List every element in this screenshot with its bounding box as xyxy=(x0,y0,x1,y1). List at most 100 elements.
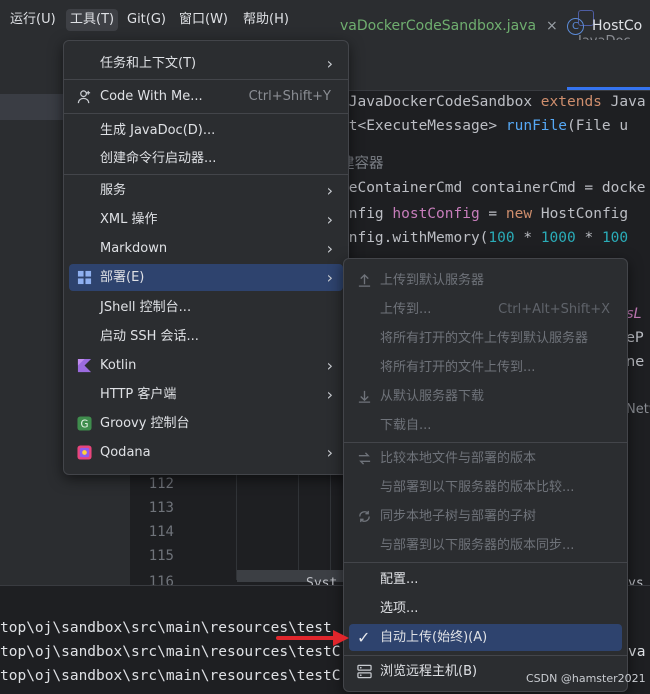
sync-icon xyxy=(359,510,370,523)
menu-item-sync-with[interactable]: 与部署到以下服务器的版本同步... xyxy=(349,532,622,559)
tab-label: vaDockerCodeSandbox.java xyxy=(340,18,537,34)
upload-icon xyxy=(358,273,371,287)
qodana-icon xyxy=(77,445,92,460)
menu-item-label: 同步本地子树与部署的子树 xyxy=(380,509,537,524)
deployment-icon xyxy=(77,270,92,285)
menu-separator xyxy=(344,442,627,443)
code-token: 100 xyxy=(601,230,629,246)
annotation-arrow xyxy=(276,636,338,640)
menu-item-options[interactable]: 选项... xyxy=(349,595,622,622)
code-fragment: sL xyxy=(626,306,642,322)
code-fragment: ne xyxy=(626,354,645,370)
menu-item-jshell[interactable]: JShell 控制台... xyxy=(69,294,343,321)
close-tab-icon[interactable]: × xyxy=(546,18,558,34)
menu-item-xml-actions[interactable]: XML 操作 › xyxy=(69,206,343,233)
menu-separator xyxy=(64,174,348,175)
menu-item-shortcut: Ctrl+Shift+Y xyxy=(248,89,331,104)
submenu-arrow-icon: › xyxy=(326,239,333,258)
menu-item-deployment[interactable]: 部署(E) › xyxy=(69,264,343,291)
menu-item-label: 从默认服务器下载 xyxy=(380,389,485,404)
kotlin-icon xyxy=(77,358,92,373)
tools-menu: 任务和上下文(T) › Code With Me... Ctrl+Shift+Y 生… xyxy=(63,40,349,475)
menu-item-upload-default[interactable]: 上传到默认服务器 xyxy=(349,267,622,294)
menu-run[interactable]: 运行(U) xyxy=(6,9,60,31)
compare-icon xyxy=(358,452,371,465)
menu-item-tasks-context[interactable]: 任务和上下文(T) › xyxy=(69,50,343,77)
tab-hostconfig[interactable]: C HostCo xyxy=(567,0,642,50)
tab-javadockercodesandbox[interactable]: vaDockerCodeSandbox.java × xyxy=(340,0,558,50)
menu-separator xyxy=(64,79,348,80)
menu-item-label: 比较本地文件与部署的版本 xyxy=(380,451,537,466)
menu-item-download-from[interactable]: 下载自... xyxy=(349,412,622,439)
menu-item-upload-to[interactable]: 上传到... Ctrl+Alt+Shift+X xyxy=(349,296,622,323)
code-token: st<ExecuteMessage> xyxy=(340,118,506,134)
menu-item-configuration[interactable]: 配置... xyxy=(349,566,622,593)
annotation-arrowhead xyxy=(333,630,349,646)
menu-item-label: Kotlin xyxy=(100,358,137,373)
submenu-arrow-icon: › xyxy=(326,54,333,73)
menu-item-upload-all-default[interactable]: 将所有打开的文件上传到默认服务器 xyxy=(349,325,622,352)
submenu-arrow-icon: › xyxy=(326,268,333,287)
menu-item-compare-with[interactable]: 与部署到以下服务器的版本比较... xyxy=(349,474,622,501)
terminal-line-tail: va xyxy=(628,644,646,660)
menu-item-upload-all-to[interactable]: 将所有打开的文件上传到... xyxy=(349,354,622,381)
project-panel-selection[interactable] xyxy=(0,94,64,120)
line-number: 116 xyxy=(148,574,174,585)
submenu-arrow-icon: › xyxy=(326,356,333,375)
menu-item-compare-local[interactable]: 比较本地文件与部署的版本 xyxy=(349,445,622,472)
terminal-line: top\oj\sandbox\src\main\resources\testC xyxy=(0,668,341,684)
deployment-submenu: 上传到默认服务器 上传到... Ctrl+Alt+Shift+X 将所有打开的文件… xyxy=(343,258,628,692)
code-token: Java xyxy=(601,94,646,110)
menu-item-label: 将所有打开的文件上传到默认服务器 xyxy=(380,331,589,346)
menu-item-sync-subtree[interactable]: 同步本地子树与部署的子树 xyxy=(349,503,622,530)
watermark: CSDN @hamster2021 xyxy=(526,672,646,685)
code-line: onfig hostConfig = new HostConfig xyxy=(340,202,628,226)
menu-item-groovy-console[interactable]: G Groovy 控制台 xyxy=(69,410,343,437)
menu-item-label: XML 操作 xyxy=(100,212,158,227)
menu-item-label: 上传到... xyxy=(380,302,432,317)
download-icon xyxy=(358,390,371,403)
menu-item-label: 服务 xyxy=(100,183,127,198)
remote-host-icon xyxy=(357,664,372,679)
menu-git[interactable]: Git(G) xyxy=(123,9,170,31)
menu-item-label: 浏览远程主机(B) xyxy=(380,664,478,679)
menu-item-http-client[interactable]: HTTP 客户端 › xyxy=(69,381,343,408)
menu-item-ssh-session[interactable]: 启动 SSH 会话... xyxy=(69,323,343,350)
line-number: 115 xyxy=(148,548,174,564)
code-token: new xyxy=(505,206,533,222)
menu-item-generate-javadoc[interactable]: 生成 JavaDoc(D)... xyxy=(69,117,343,144)
code-line: st<ExecuteMessage> runFile(File u xyxy=(340,114,628,138)
submenu-arrow-icon: › xyxy=(326,210,333,229)
menu-item-auto-upload[interactable]: ✓ 自动上传(始终)(A) xyxy=(349,624,622,651)
menu-item-label: 下载自... xyxy=(380,418,432,433)
code-fragment: eP xyxy=(626,330,644,346)
menu-item-qodana[interactable]: Qodana › xyxy=(69,439,343,466)
menu-item-label: 与部署到以下服务器的版本比较... xyxy=(380,480,575,495)
menu-item-label: 自动上传(始终)(A) xyxy=(380,630,488,645)
menu-help[interactable]: 帮助(H) xyxy=(239,9,293,31)
menu-separator xyxy=(344,655,627,656)
menu-tools[interactable]: 工具(T) xyxy=(66,9,119,31)
menu-item-label: 部署(E) xyxy=(100,270,145,285)
menu-item-code-with-me[interactable]: Code With Me... Ctrl+Shift+Y xyxy=(69,83,343,110)
code-token: hostConfig xyxy=(392,206,480,222)
menu-item-services[interactable]: 服务 › xyxy=(69,177,343,204)
menu-item-kotlin[interactable]: Kotlin › xyxy=(69,352,343,379)
menu-item-create-launcher[interactable]: 创建命令行启动器... xyxy=(69,145,343,172)
terminal-line: top\oj\sandbox\src\main\resources\testC xyxy=(0,644,341,660)
submenu-arrow-icon: › xyxy=(326,443,333,462)
menu-item-label: 上传到默认服务器 xyxy=(380,273,485,288)
menu-item-markdown[interactable]: Markdown › xyxy=(69,235,343,262)
code-line: JavaDockerCodeSandbox extends Java xyxy=(340,90,646,114)
submenu-arrow-icon: › xyxy=(326,181,333,200)
line-number: 113 xyxy=(148,500,174,516)
person-plus-icon xyxy=(77,90,91,104)
code-token: * xyxy=(514,230,541,246)
groovy-icon: G xyxy=(77,416,92,431)
menu-item-label: JShell 控制台... xyxy=(100,300,192,315)
menu-window[interactable]: 窗口(W) xyxy=(175,9,232,31)
menu-item-download-default[interactable]: 从默认服务器下载 xyxy=(349,383,622,410)
code-fragment: ys xyxy=(628,576,644,585)
code-line: onfig.withMemory(100 * 1000 * 100 xyxy=(340,226,628,250)
code-line: teContainerCmd containerCmd = docke xyxy=(340,176,646,200)
